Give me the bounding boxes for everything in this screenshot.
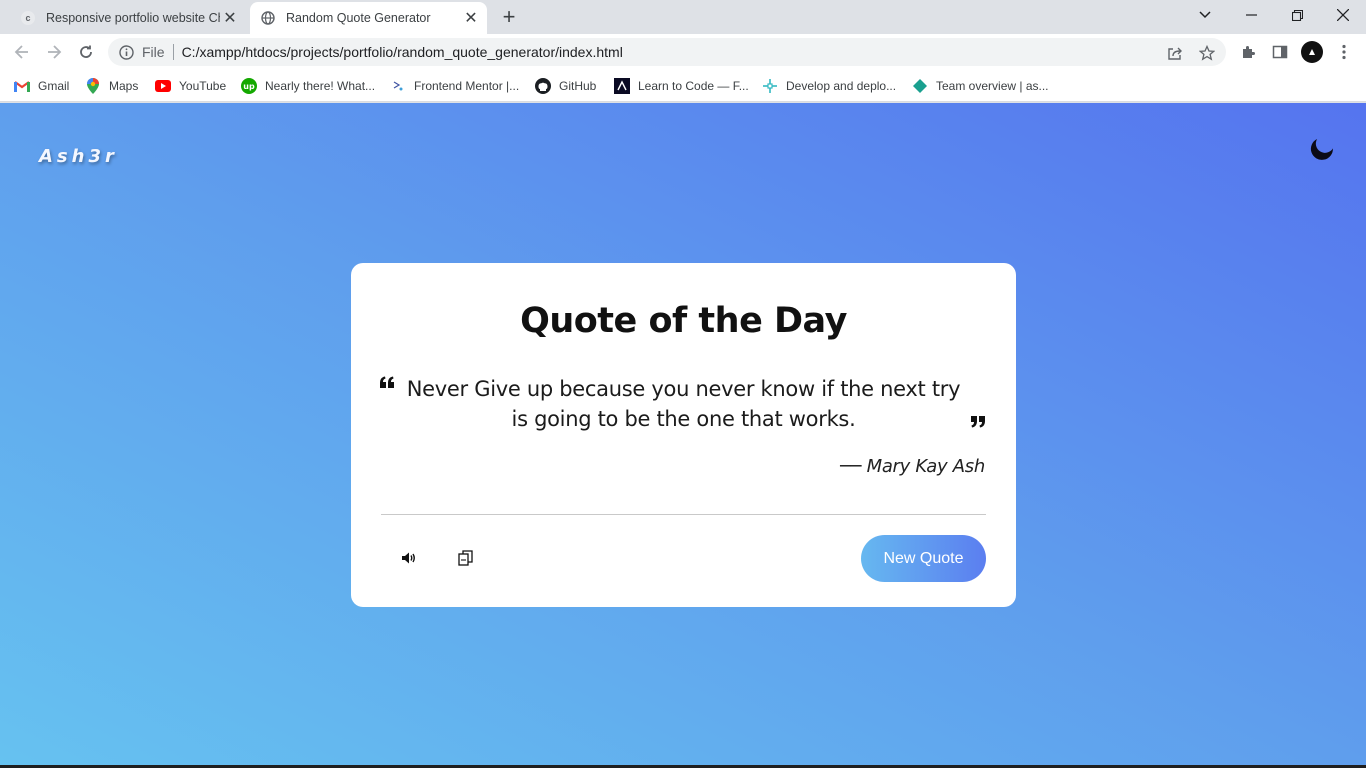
tab-portfolio[interactable]: c Responsive portfolio website Chr ✕	[10, 2, 246, 34]
menu-kebab-icon[interactable]	[1334, 42, 1354, 62]
bookmark-github[interactable]: GitHub	[535, 76, 596, 96]
copy-icon[interactable]	[453, 545, 479, 571]
speaker-icon[interactable]	[396, 545, 422, 571]
url-text[interactable]: C:/xampp/htdocs/projects/portfolio/rando…	[182, 44, 623, 60]
maps-icon	[85, 78, 101, 94]
card-divider	[381, 514, 986, 515]
bookmark-frontend-mentor[interactable]: Frontend Mentor |...	[390, 76, 519, 96]
file-scheme-label: File	[142, 44, 165, 60]
bookmark-label: Gmail	[38, 79, 70, 93]
bookmark-label: YouTube	[179, 79, 227, 93]
quote-card: Quote of the Day Never Give up because y…	[351, 263, 1016, 607]
address-bar[interactable]: File C:/xampp/htdocs/projects/portfolio/…	[108, 38, 1226, 66]
new-quote-button[interactable]: New Quote	[861, 535, 986, 582]
bookmark-deploy[interactable]: Develop and deplo...	[762, 76, 896, 96]
frontend-mentor-icon	[390, 78, 406, 94]
card-title: Quote of the Day	[520, 301, 847, 341]
quote-close-icon	[970, 415, 986, 431]
bookmark-label: Team overview | as...	[936, 79, 1049, 93]
browser-toolbar: File C:/xampp/htdocs/projects/portfolio/…	[0, 34, 1366, 70]
close-tab-icon[interactable]: ✕	[461, 8, 481, 28]
svg-text:up: up	[243, 82, 255, 91]
bookmark-youtube[interactable]: YouTube	[155, 76, 226, 96]
bookmark-upwork[interactable]: up Nearly there! What...	[241, 76, 375, 96]
page-background: Ash3r Quote of the Day Never Give up bec…	[0, 103, 1366, 768]
gmail-icon	[14, 78, 30, 94]
team-icon	[912, 78, 928, 94]
minimize-icon[interactable]	[1228, 0, 1274, 30]
upwork-icon: up	[241, 78, 257, 94]
youtube-icon	[155, 78, 171, 94]
bookmark-label: Frontend Mentor |...	[414, 79, 520, 93]
side-panel-icon[interactable]	[1270, 42, 1290, 62]
forward-arrow-icon[interactable]	[40, 38, 68, 66]
bookmark-label: Nearly there! What...	[265, 79, 376, 93]
back-arrow-icon[interactable]	[8, 38, 36, 66]
deploy-icon	[762, 78, 778, 94]
tab-search-chevron-icon[interactable]	[1182, 0, 1228, 30]
github-icon	[535, 78, 551, 94]
restore-icon[interactable]	[1274, 0, 1320, 30]
bookmark-label: Maps	[109, 79, 139, 93]
bookmark-star-icon[interactable]	[1198, 44, 1216, 62]
bookmarks-bar: Gmail Maps YouTube up Nearly there! What…	[0, 70, 1366, 102]
address-separator	[172, 44, 174, 60]
quote-open-icon	[379, 375, 395, 391]
tab-title: Responsive portfolio website Chr	[46, 11, 220, 25]
extensions-puzzle-icon[interactable]	[1238, 42, 1258, 62]
close-tab-icon[interactable]: ✕	[220, 8, 240, 28]
globe-icon	[260, 10, 276, 26]
site-logo[interactable]: Ash3r	[39, 146, 118, 167]
close-window-icon[interactable]	[1320, 0, 1366, 30]
bookmark-label: GitHub	[559, 79, 597, 93]
portfolio-favicon-icon: c	[20, 10, 36, 26]
bookmark-label: Develop and deplo...	[786, 79, 897, 93]
moon-icon[interactable]	[1306, 136, 1334, 164]
tab-title: Random Quote Generator	[286, 11, 431, 25]
reload-icon[interactable]	[72, 38, 100, 66]
info-icon[interactable]	[118, 44, 134, 60]
profile-avatar[interactable]	[1301, 41, 1323, 63]
new-tab-button[interactable]: +	[497, 5, 521, 29]
freecodecamp-icon	[614, 78, 630, 94]
tab-strip: c Responsive portfolio website Chr ✕ Ran…	[0, 0, 1366, 34]
bookmark-label: Learn to Code — F...	[638, 79, 749, 93]
tab-random-quote[interactable]: Random Quote Generator ✕	[250, 2, 487, 34]
share-icon[interactable]	[1166, 44, 1184, 62]
bookmark-gmail[interactable]: Gmail	[14, 76, 69, 96]
quote-text: Never Give up because you never know if …	[406, 377, 961, 431]
quote-author: ── Mary Kay Ash	[840, 456, 985, 477]
bookmark-team[interactable]: Team overview | as...	[912, 76, 1049, 96]
bookmark-maps[interactable]: Maps	[85, 76, 138, 96]
bookmark-freecodecamp[interactable]: Learn to Code — F...	[614, 76, 749, 96]
